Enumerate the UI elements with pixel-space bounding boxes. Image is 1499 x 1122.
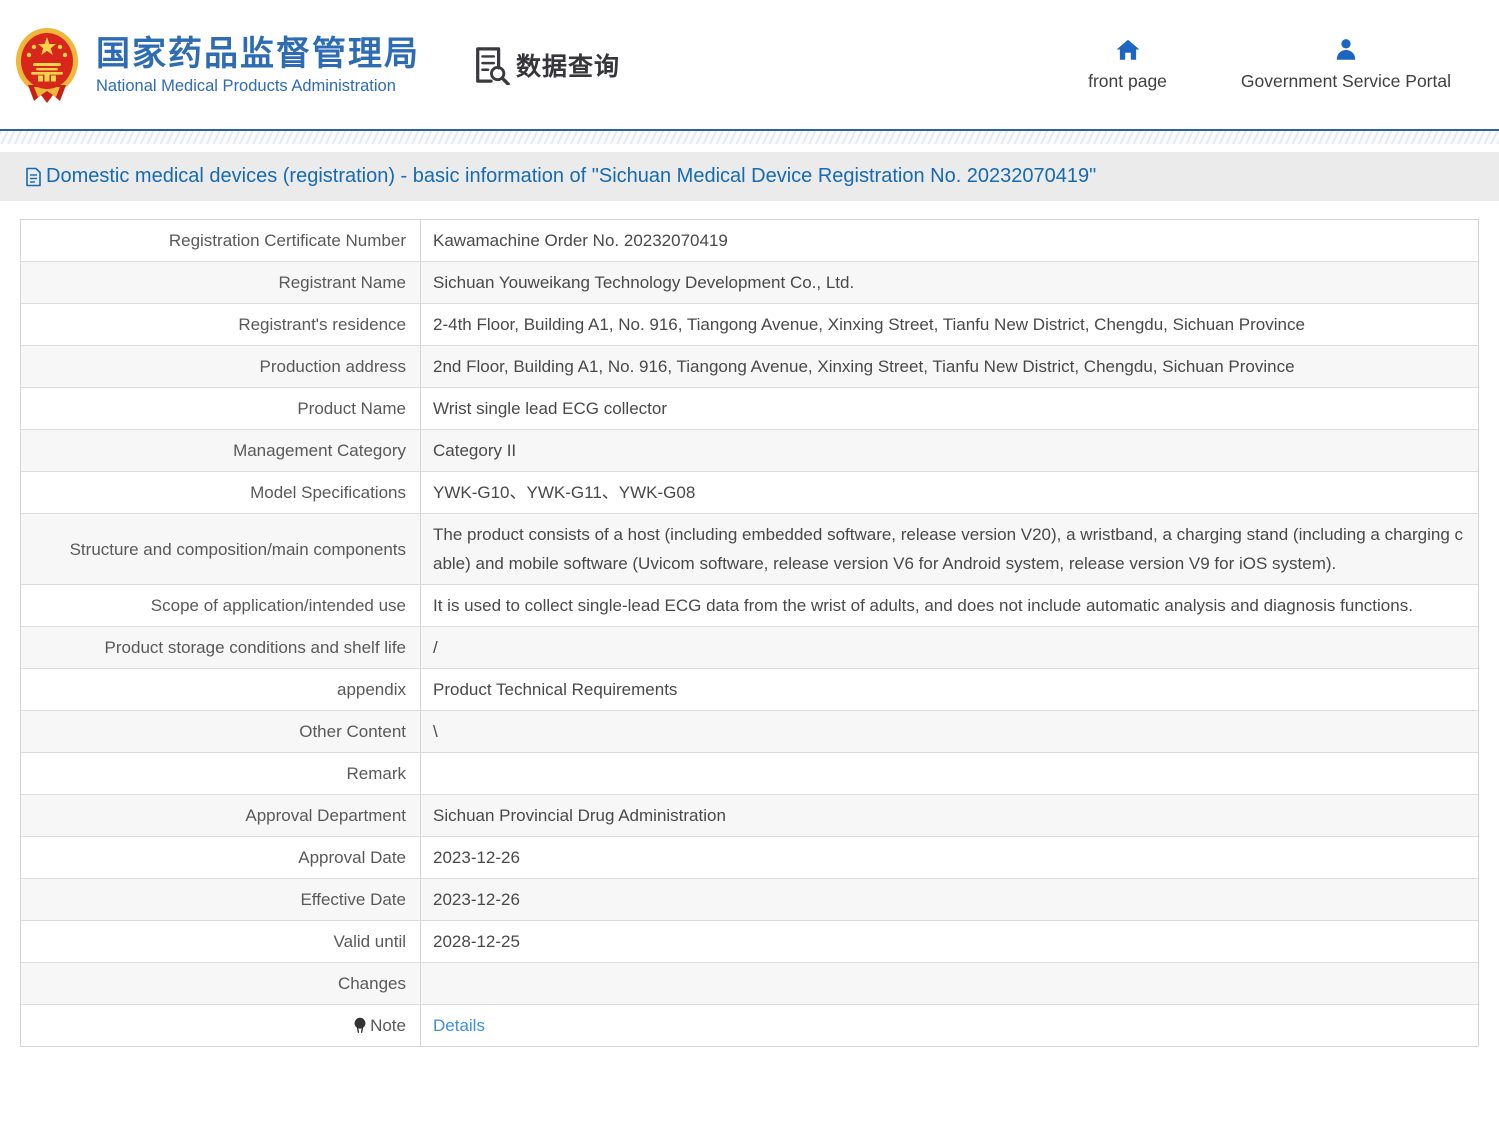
page-title: Domestic medical devices (registration) … bbox=[46, 165, 1096, 188]
row-value: Sichuan Provincial Drug Administration bbox=[421, 795, 1478, 836]
row-label: Scope of application/intended use bbox=[21, 585, 421, 626]
row-label: Approval Department bbox=[21, 795, 421, 836]
header-nav: front page Government Service Portal bbox=[1088, 37, 1451, 92]
table-row: Product storage conditions and shelf lif… bbox=[21, 627, 1478, 669]
hatch-pattern-band bbox=[0, 131, 1499, 144]
row-value: Category II bbox=[421, 430, 1478, 471]
table-row: Approval DepartmentSichuan Provincial Dr… bbox=[21, 795, 1478, 837]
row-value: \ bbox=[421, 711, 1478, 752]
table-row: Effective Date2023-12-26 bbox=[21, 879, 1478, 921]
row-label: Effective Date bbox=[21, 879, 421, 920]
table-row: Model SpecificationsYWK-G10、YWK-G11、YWK-… bbox=[21, 472, 1478, 514]
document-icon bbox=[25, 167, 42, 187]
row-label: Product Name bbox=[21, 388, 421, 429]
row-label: Other Content bbox=[21, 711, 421, 752]
document-search-icon bbox=[472, 45, 510, 85]
table-row: Product NameWrist single lead ECG collec… bbox=[21, 388, 1478, 430]
table-row: Registrant NameSichuan Youweikang Techno… bbox=[21, 262, 1478, 304]
table-row: Other Content\ bbox=[21, 711, 1478, 753]
row-label: Registrant Name bbox=[21, 262, 421, 303]
row-label: Model Specifications bbox=[21, 472, 421, 513]
table-row: appendixProduct Technical Requirements bbox=[21, 669, 1478, 711]
row-value: Product Technical Requirements bbox=[421, 669, 1478, 710]
row-label: Remark bbox=[21, 753, 421, 794]
row-label: Production address bbox=[21, 346, 421, 387]
row-value: 2028-12-25 bbox=[421, 921, 1478, 962]
home-icon bbox=[1115, 37, 1141, 63]
row-value: The product consists of a host (includin… bbox=[421, 514, 1478, 584]
row-label: Structure and composition/main component… bbox=[21, 514, 421, 584]
data-query-section: 数据查询 bbox=[472, 45, 620, 85]
row-value: Kawamachine Order No. 20232070419 bbox=[421, 220, 1478, 261]
row-label: appendix bbox=[21, 669, 421, 710]
bulb-icon bbox=[353, 1017, 367, 1034]
row-value bbox=[421, 963, 1478, 1004]
row-value: Details bbox=[421, 1005, 1478, 1046]
table-row: Registration Certificate NumberKawamachi… bbox=[21, 220, 1478, 262]
details-link[interactable]: Details bbox=[433, 1011, 485, 1040]
row-value: 2nd Floor, Building A1, No. 916, Tiangon… bbox=[421, 346, 1478, 387]
row-label: Valid until bbox=[21, 921, 421, 962]
table-row: Remark bbox=[21, 753, 1478, 795]
brand-subtitle-en: National Medical Products Administration bbox=[96, 77, 420, 96]
data-query-label[interactable]: 数据查询 bbox=[516, 47, 620, 83]
row-value: 2023-12-26 bbox=[421, 837, 1478, 878]
table-row: Registrant's residence2-4th Floor, Build… bbox=[21, 304, 1478, 346]
row-value: It is used to collect single-lead ECG da… bbox=[421, 585, 1478, 626]
brand-title-zh: 国家药品监督管理局 bbox=[96, 34, 420, 74]
row-value bbox=[421, 753, 1478, 794]
table-row: Changes bbox=[21, 963, 1478, 1005]
row-label: Management Category bbox=[21, 430, 421, 471]
registration-info-table: Registration Certificate NumberKawamachi… bbox=[20, 219, 1479, 1047]
table-row: Management CategoryCategory II bbox=[21, 430, 1478, 472]
table-row: Scope of application/intended useIt is u… bbox=[21, 585, 1478, 627]
table-row: Note Details bbox=[21, 1005, 1478, 1046]
row-label: Product storage conditions and shelf lif… bbox=[21, 627, 421, 668]
table-row: Structure and composition/main component… bbox=[21, 514, 1478, 585]
nav-item-gov-service-portal[interactable]: Government Service Portal bbox=[1241, 37, 1451, 92]
row-label: Note bbox=[21, 1005, 421, 1046]
row-label: Registrant's residence bbox=[21, 304, 421, 345]
table-row: Production address2nd Floor, Building A1… bbox=[21, 346, 1478, 388]
row-value: 2-4th Floor, Building A1, No. 916, Tiang… bbox=[421, 304, 1478, 345]
site-header: 国家药品监督管理局 National Medical Products Admi… bbox=[0, 0, 1499, 129]
row-value: YWK-G10、YWK-G11、YWK-G08 bbox=[421, 472, 1478, 513]
page-title-band: Domestic medical devices (registration) … bbox=[0, 152, 1499, 201]
table-row: Approval Date2023-12-26 bbox=[21, 837, 1478, 879]
person-icon bbox=[1333, 37, 1359, 63]
table-row: Valid until2028-12-25 bbox=[21, 921, 1478, 963]
national-emblem-logo bbox=[14, 25, 80, 105]
row-value: Sichuan Youweikang Technology Developmen… bbox=[421, 262, 1478, 303]
nav-item-front-page[interactable]: front page bbox=[1088, 37, 1167, 92]
nav-label: Government Service Portal bbox=[1241, 71, 1451, 92]
nav-label: front page bbox=[1088, 71, 1167, 92]
row-label: Changes bbox=[21, 963, 421, 1004]
row-label: Registration Certificate Number bbox=[21, 220, 421, 261]
brand-block: 国家药品监督管理局 National Medical Products Admi… bbox=[96, 34, 420, 96]
bulb-icon bbox=[353, 1017, 367, 1034]
row-value: Wrist single lead ECG collector bbox=[421, 388, 1478, 429]
row-label: Approval Date bbox=[21, 837, 421, 878]
row-value: / bbox=[421, 627, 1478, 668]
row-value: 2023-12-26 bbox=[421, 879, 1478, 920]
